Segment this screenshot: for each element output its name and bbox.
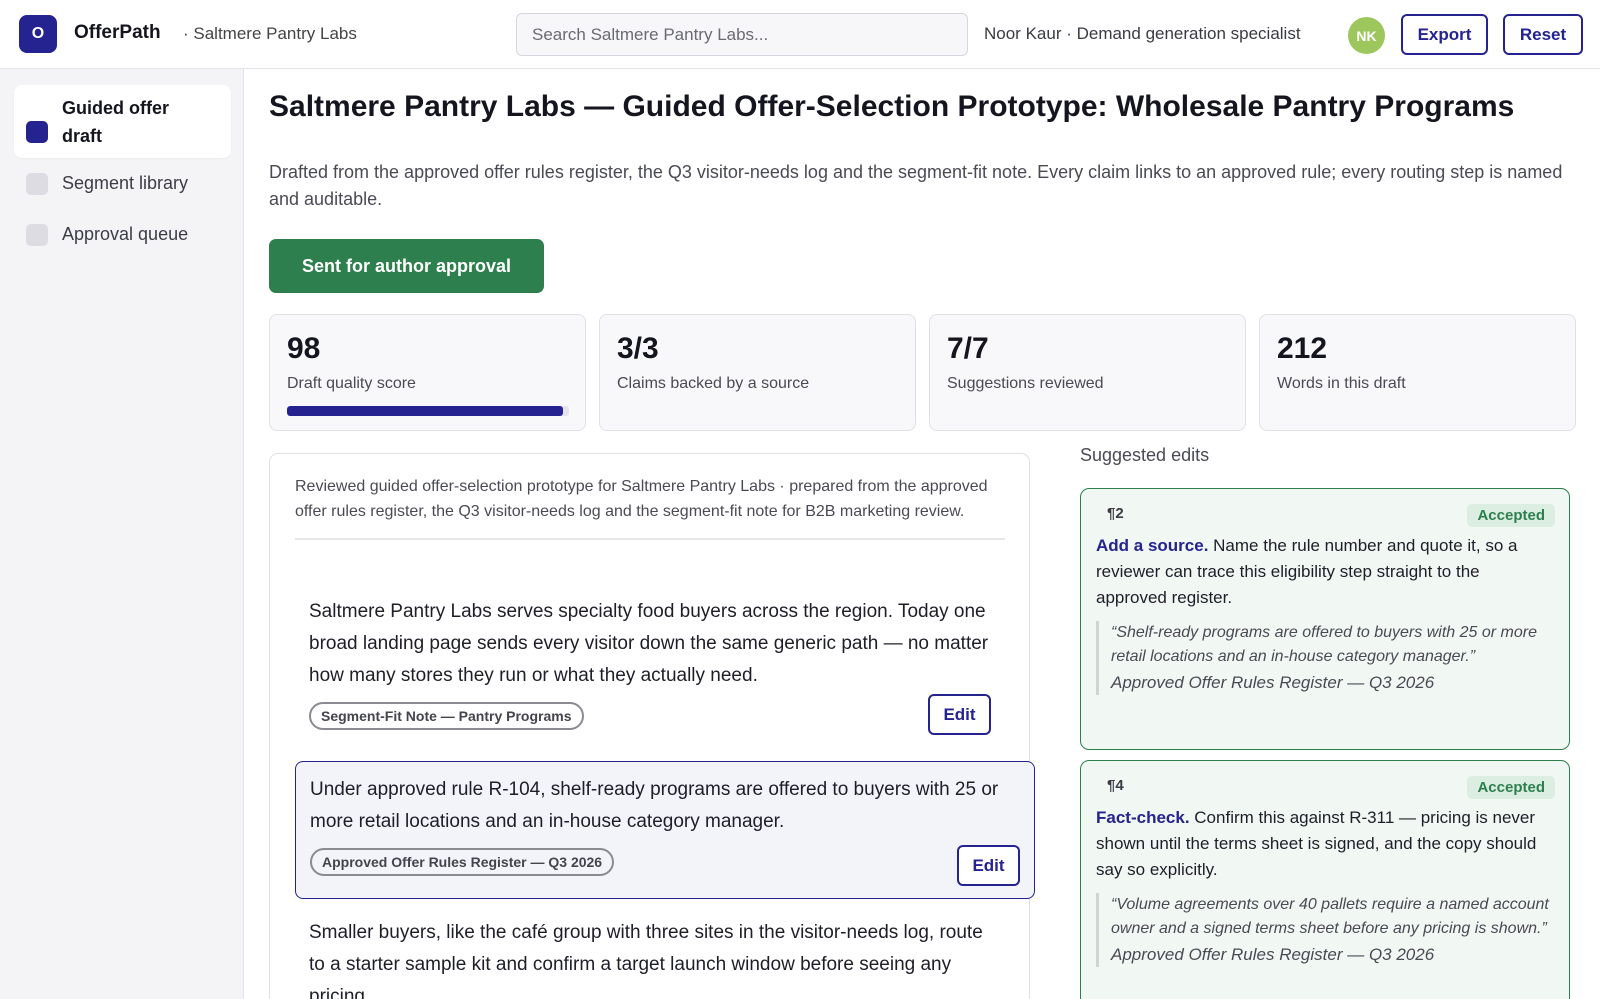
stat-value: 3/3 [617,332,659,365]
suggestions-heading: Suggested edits [1080,445,1210,465]
suggestion-card[interactable]: ¶2 Accepted Add a source. Name the rule … [1080,488,1570,750]
suggestion-card[interactable]: ¶4 Accepted Fact-check. Confirm this aga… [1080,760,1570,999]
suggestion-kind: Add a source. [1096,536,1209,555]
app-name: OfferPath [74,22,161,43]
stat-value: 98 [287,332,321,365]
draft-panel: Reviewed guided offer-selection prototyp… [269,453,1035,999]
page-title: Saltmere Pantry Labs — Guided Offer-Sele… [269,90,1515,123]
status-badge: Accepted [1467,504,1555,527]
source-chip[interactable]: Approved Offer Rules Register — Q3 2026 [310,848,615,876]
stat-value: 212 [1277,332,1328,365]
paragraph-text: Smaller buyers, like the café group with… [309,922,983,999]
sidebar-item-label: Guided offer draft [62,98,169,146]
avatar[interactable]: NK [1348,17,1385,54]
suggestion-body: Add a source. Name the rule number and q… [1096,533,1554,611]
quote-text: “Volume agreements over 40 pallets requi… [1111,896,1549,937]
top-header: O OfferPath · Saltmere Pantry Labs Noor … [0,0,1600,69]
status-badge: Accepted [1467,776,1555,799]
paragraph-ref: ¶2 [1107,505,1124,522]
stat-value: 7/7 [947,332,989,365]
edit-button[interactable]: Edit [957,845,1020,886]
stat-card-suggestions: 7/7 Suggestions reviewed [929,314,1246,431]
checkbox-icon [26,121,48,143]
stat-label: Draft quality score [287,375,416,392]
main-content: Saltmere Pantry Labs — Guided Offer-Sele… [244,69,1600,999]
stat-card-words: 212 Words in this draft [1259,314,1576,431]
draft-paragraph-2[interactable]: Under approved rule R-104, shelf-ready p… [295,761,1035,899]
suggestion-quote: “Shelf-ready programs are offered to buy… [1096,621,1554,695]
approval-status-button[interactable]: Sent for author approval [269,239,544,293]
quality-progress-bar [287,406,569,416]
stat-label: Words in this draft [1277,375,1406,392]
suggestion-quote: “Volume agreements over 40 pallets requi… [1096,893,1554,967]
sidebar-item-label: Approval queue [62,224,189,244]
quote-source: Approved Offer Rules Register — Q3 2026 [1111,945,1435,964]
app-logo[interactable]: O [19,15,57,53]
stat-label: Claims backed by a source [617,375,810,392]
edit-button[interactable]: Edit [928,694,991,735]
user-info: Noor Kaur · Demand generation specialist [984,24,1301,43]
sidebar-item-approval-queue[interactable]: Approval queue [14,220,231,250]
sidebar-item-segment-library[interactable]: Segment library [14,169,231,199]
sidebar-item-label: Segment library [62,173,189,193]
quote-text: “Shelf-ready programs are offered to buy… [1111,624,1537,665]
draft-paragraph-3[interactable]: Smaller buyers, like the café group with… [295,905,1005,999]
checkbox-icon [26,173,48,195]
suggestion-body: Fact-check. Confirm this against R-311 —… [1096,805,1554,883]
export-button[interactable]: Export [1401,14,1488,55]
source-chip[interactable]: Segment-Fit Note — Pantry Programs [309,702,584,730]
paragraph-ref: ¶4 [1107,777,1124,794]
paragraph-text: Saltmere Pantry Labs serves specialty fo… [309,601,989,686]
reset-button[interactable]: Reset [1503,14,1583,55]
quality-progress-fill [287,406,564,416]
checkbox-icon [26,224,48,246]
stat-label: Suggestions reviewed [947,375,1104,392]
stat-card-quality: 98 Draft quality score [269,314,586,431]
quote-source: Approved Offer Rules Register — Q3 2026 [1111,673,1435,692]
stat-card-claims: 3/3 Claims backed by a source [599,314,916,431]
sidebar: Guided offer draft Segment library Appro… [0,69,244,999]
suggestion-kind: Fact-check. [1096,808,1190,827]
org-name: · Saltmere Pantry Labs [183,24,357,43]
sidebar-item-guided-offer-draft[interactable]: Guided offer draft [14,85,231,158]
draft-paragraph-1[interactable]: Saltmere Pantry Labs serves specialty fo… [295,584,1005,735]
draft-intro: Reviewed guided offer-selection prototyp… [295,474,1005,540]
page-subtitle: Drafted from the approved offer rules re… [269,162,1563,209]
search-input[interactable] [516,13,968,56]
paragraph-text: Under approved rule R-104, shelf-ready p… [310,779,999,832]
